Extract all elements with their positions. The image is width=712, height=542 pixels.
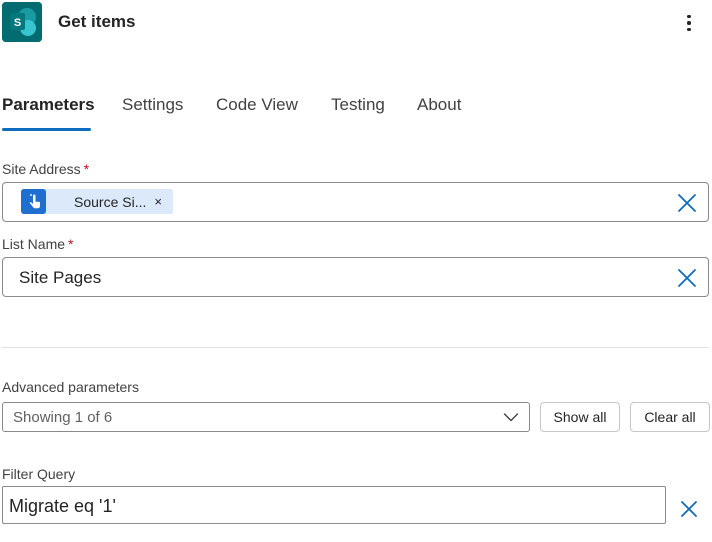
token-label: Source Si...	[74, 193, 147, 210]
action-panel: S Get items Parameters Settings Code Vie…	[0, 0, 712, 542]
svg-text:S: S	[14, 17, 21, 29]
dropdown-value: Showing 1 of 6	[13, 409, 113, 426]
required-marker: *	[68, 236, 74, 252]
advanced-parameters-dropdown[interactable]: Showing 1 of 6	[2, 402, 530, 432]
advanced-parameters-label: Advanced parameters	[2, 379, 139, 395]
trigger-touch-icon	[21, 189, 46, 214]
site-address-field[interactable]: Source Si... ×	[2, 182, 709, 222]
more-dot	[687, 21, 691, 25]
filter-query-value: Migrate eq '1'	[9, 496, 116, 516]
tab-parameters[interactable]: Parameters	[2, 95, 95, 115]
more-vertical-icon	[687, 14, 691, 19]
sharepoint-icon: S	[2, 2, 42, 42]
required-marker: *	[83, 161, 90, 177]
site-address-token[interactable]: Source Si... ×	[21, 189, 173, 214]
site-address-label: Site Address *	[2, 161, 89, 177]
section-divider	[2, 347, 709, 348]
list-name-label: List Name *	[2, 236, 73, 252]
tab-testing[interactable]: Testing	[331, 95, 385, 115]
clear-all-button[interactable]: Clear all	[630, 402, 710, 432]
tab-about[interactable]: About	[417, 95, 461, 115]
list-name-value: Site Pages	[19, 268, 102, 287]
filter-query-label: Filter Query	[2, 466, 76, 482]
show-all-button[interactable]: Show all	[540, 402, 620, 432]
chevron-down-icon	[503, 413, 519, 422]
token-remove-icon[interactable]: ×	[154, 195, 162, 208]
close-icon[interactable]	[680, 500, 698, 518]
site-address-label-text: Site Address	[2, 161, 81, 177]
more-options-button[interactable]	[678, 10, 700, 36]
action-title: Get items	[58, 12, 136, 31]
more-dot	[687, 27, 691, 32]
tab-settings[interactable]: Settings	[122, 95, 183, 115]
tab-code-view[interactable]: Code View	[216, 95, 298, 115]
active-tab-indicator	[2, 128, 91, 131]
list-name-field[interactable]: Site Pages	[2, 257, 709, 297]
filter-query-field[interactable]: Migrate eq '1'	[2, 486, 666, 524]
close-icon[interactable]	[677, 193, 697, 213]
close-icon[interactable]	[677, 268, 697, 288]
list-name-label-text: List Name	[2, 236, 66, 252]
